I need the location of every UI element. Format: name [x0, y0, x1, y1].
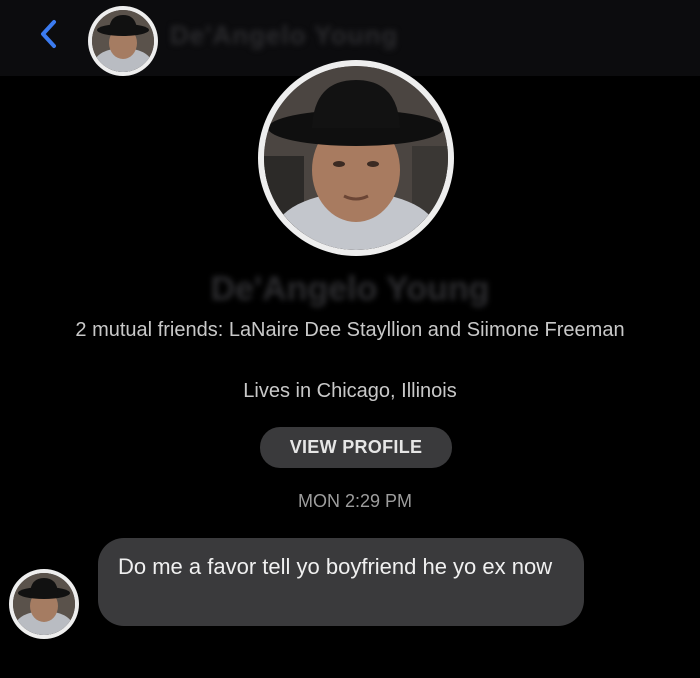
header-contact-name[interactable]: De'Angelo Young	[170, 20, 490, 50]
profile-avatar[interactable]	[258, 60, 454, 256]
back-chevron-icon	[41, 20, 56, 48]
profile-name: De'Angelo Young	[210, 270, 490, 308]
location-text: Lives in Chicago, Illinois	[243, 380, 457, 402]
message-bubble[interactable]: Do me a favor tell yo boyfriend he yo ex…	[98, 538, 584, 626]
header-avatar[interactable]	[88, 6, 158, 76]
back-button[interactable]	[30, 14, 66, 54]
view-profile-button[interactable]: VIEW PROFILE	[260, 427, 452, 468]
mutual-friends-text: 2 mutual friends: LaNaire Dee Stayllion …	[75, 319, 625, 341]
message-timestamp: MON 2:29 PM	[297, 491, 413, 511]
message-sender-avatar[interactable]	[9, 569, 79, 639]
